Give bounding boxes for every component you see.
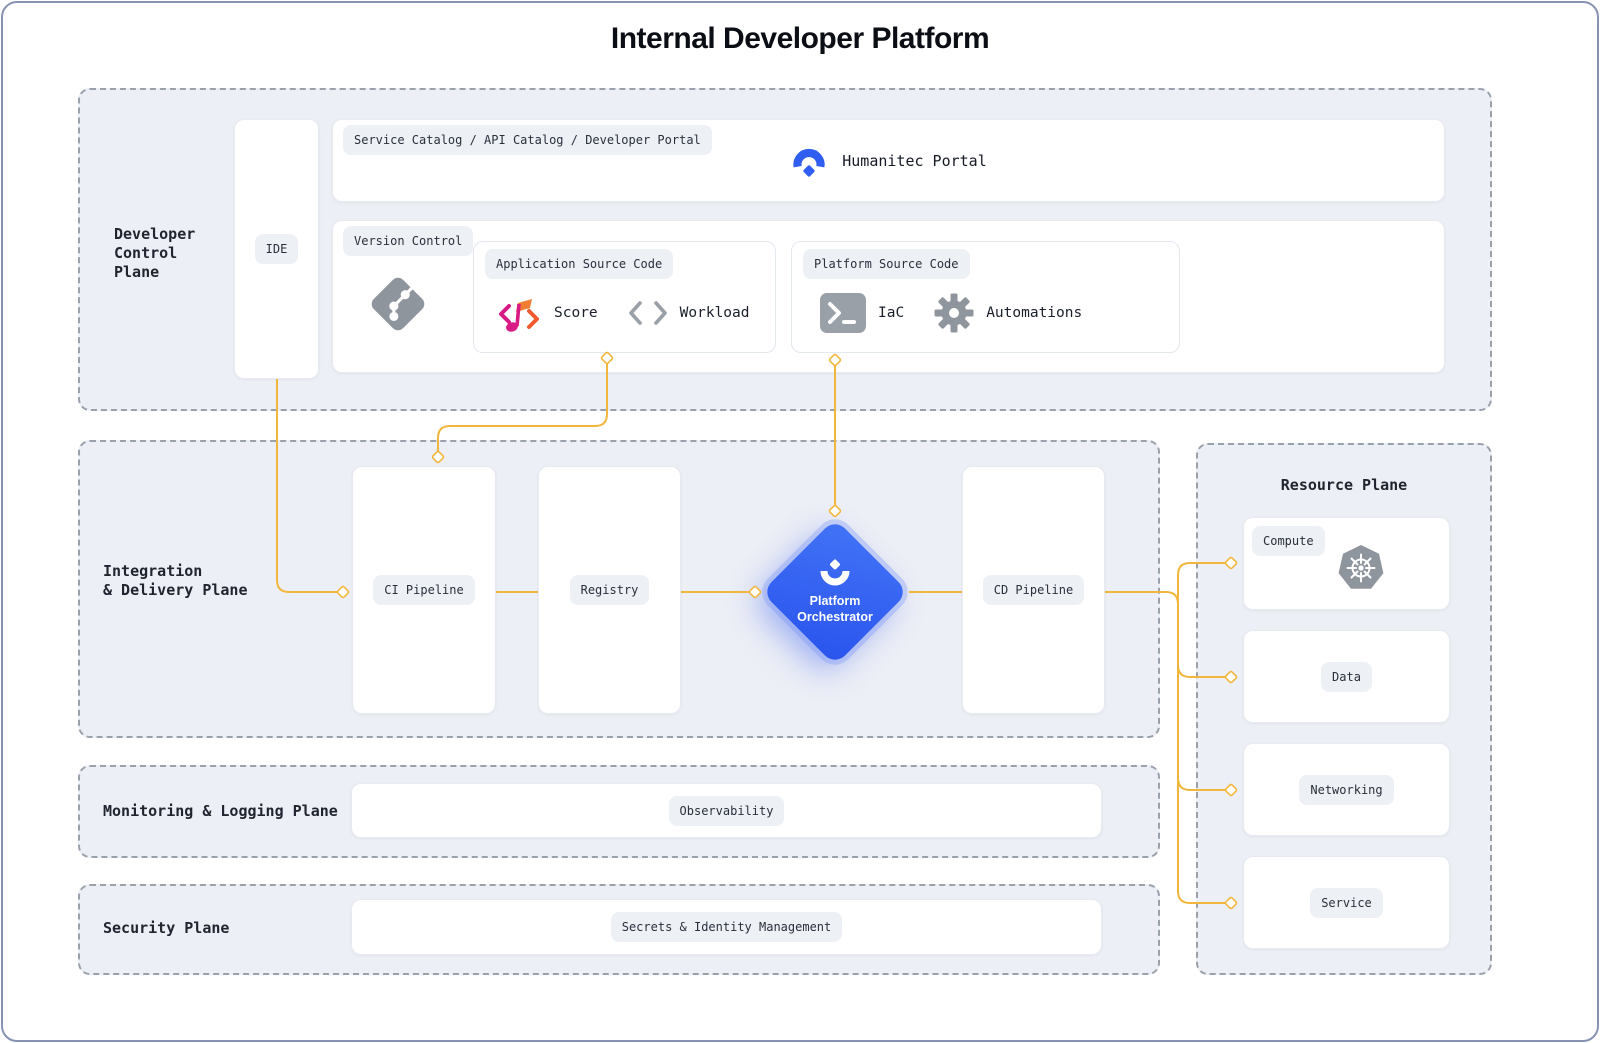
platform-source-row: IaC Automations bbox=[820, 292, 1082, 334]
ci-pipeline-chip: CI Pipeline bbox=[373, 575, 474, 605]
iac-label: IaC bbox=[878, 305, 904, 321]
score-label: Score bbox=[554, 305, 598, 321]
ide-label: IDE bbox=[255, 234, 299, 264]
registry-node: Registry bbox=[538, 466, 681, 714]
git-icon bbox=[369, 275, 427, 333]
application-source-code-chip: Application Source Code bbox=[485, 249, 673, 279]
secrets-identity-chip: Secrets & Identity Management bbox=[611, 912, 843, 942]
compute-chip: Compute bbox=[1252, 526, 1325, 556]
humanitec-logo-icon bbox=[790, 141, 828, 181]
platform-orchestrator-node: Platform Orchestrator bbox=[761, 518, 908, 665]
data-node: Data bbox=[1243, 630, 1450, 723]
version-control-chip: Version Control bbox=[343, 226, 473, 256]
page-title: Internal Developer Platform bbox=[0, 22, 1600, 56]
integration-delivery-plane-label: Integration & Delivery Plane bbox=[103, 562, 248, 600]
data-chip: Data bbox=[1321, 662, 1372, 692]
platform-orchestrator-label: Platform Orchestrator bbox=[797, 593, 873, 625]
idp-architecture-diagram: Internal Developer Platform Resource Pla… bbox=[0, 0, 1600, 1043]
ci-pipeline-node: CI Pipeline bbox=[352, 466, 496, 714]
service-chip: Service bbox=[1310, 888, 1383, 918]
cd-pipeline-chip: CD Pipeline bbox=[983, 575, 1084, 605]
code-brackets-icon bbox=[628, 300, 668, 326]
application-source-code-node: Application Source Code Score Workload bbox=[473, 241, 776, 353]
humanitec-portal-label: Humanitec Portal bbox=[842, 152, 987, 170]
developer-control-plane-label: Developer Control Plane bbox=[114, 225, 195, 282]
ide-node: IDE bbox=[234, 119, 319, 379]
platform-source-code-chip: Platform Source Code bbox=[803, 249, 970, 279]
terminal-icon bbox=[820, 293, 866, 333]
security-plane-label: Security Plane bbox=[103, 919, 229, 938]
kubernetes-icon bbox=[1336, 543, 1386, 593]
service-node: Service bbox=[1243, 856, 1450, 949]
registry-chip: Registry bbox=[570, 575, 650, 605]
gear-icon bbox=[934, 293, 974, 333]
automations-label: Automations bbox=[986, 305, 1082, 321]
networking-chip: Networking bbox=[1299, 775, 1393, 805]
cd-pipeline-node: CD Pipeline bbox=[962, 466, 1105, 714]
humanitec-portal-brand: Humanitec Portal bbox=[333, 120, 1444, 201]
compute-node: Compute bbox=[1243, 517, 1450, 610]
networking-node: Networking bbox=[1243, 743, 1450, 836]
workload-label: Workload bbox=[680, 305, 750, 321]
developer-portal-node: Service Catalog / API Catalog / Develope… bbox=[332, 119, 1445, 202]
humanitec-logo-white-icon bbox=[818, 559, 852, 586]
resource-plane-title: Resource Plane bbox=[1198, 476, 1490, 494]
application-source-row: Score Workload bbox=[496, 290, 750, 336]
secrets-identity-node: Secrets & Identity Management bbox=[351, 899, 1102, 955]
monitoring-logging-plane-label: Monitoring & Logging Plane bbox=[103, 802, 338, 821]
version-control-node: Version Control Application Source Code bbox=[332, 220, 1445, 373]
observability-chip: Observability bbox=[669, 796, 785, 826]
score-note-icon bbox=[496, 291, 542, 335]
platform-source-code-node: Platform Source Code IaC bbox=[791, 241, 1180, 353]
observability-node: Observability bbox=[351, 783, 1102, 838]
